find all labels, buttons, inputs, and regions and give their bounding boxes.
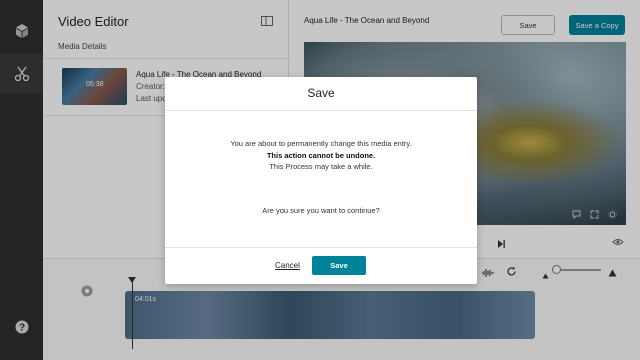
dialog-message-line1: You are about to permanently change this… bbox=[230, 139, 412, 148]
dialog-divider-top bbox=[165, 110, 477, 111]
dialog-message-line2: This action cannot be undone. bbox=[266, 151, 376, 160]
dialog-title: Save bbox=[307, 86, 335, 100]
dialog-divider-bottom bbox=[165, 247, 477, 248]
save-dialog: Save You are about to permanently change… bbox=[165, 77, 477, 284]
dialog-save-button[interactable]: Save bbox=[312, 256, 366, 275]
dialog-question: Are you sure you want to continue? bbox=[262, 206, 380, 215]
dialog-message-line3: This Process may take a while. bbox=[269, 162, 373, 171]
cancel-link[interactable]: Cancel bbox=[275, 261, 300, 270]
